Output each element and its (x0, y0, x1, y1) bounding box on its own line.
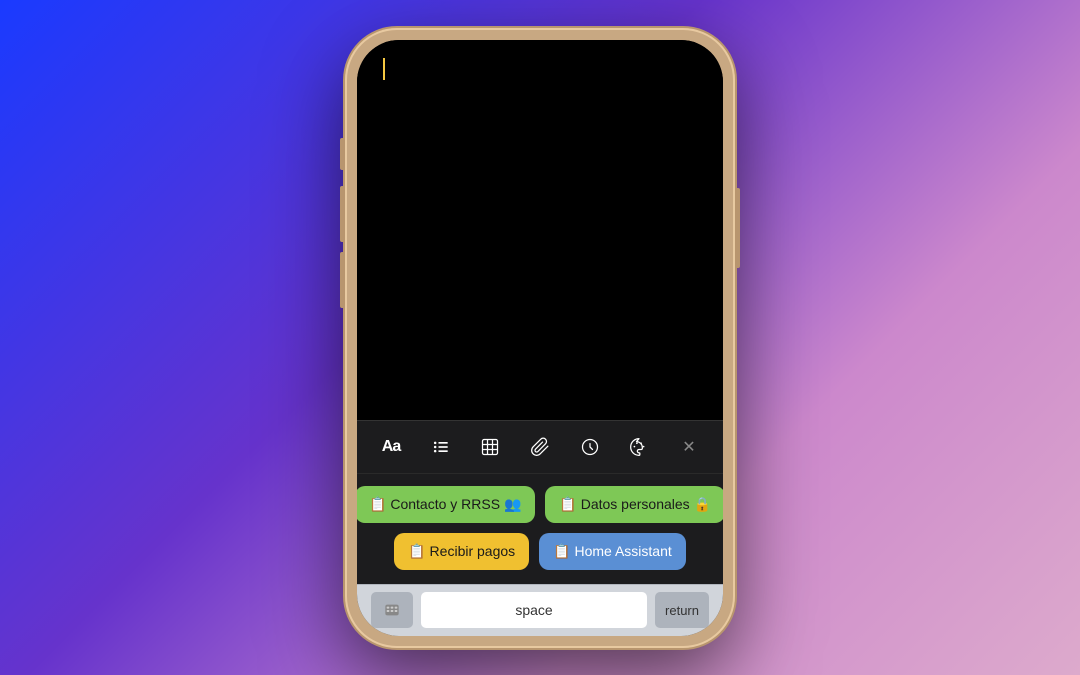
shortcuts-row-1: 📋 Contacto y RRSS 👥 📋 Datos personales 🔒 (357, 486, 723, 523)
screen-content[interactable] (357, 40, 723, 420)
recibir-pagos-button[interactable]: 📋 Recibir pagos (394, 533, 529, 570)
datos-personales-button[interactable]: 📋 Datos personales 🔒 (545, 486, 723, 523)
phone-screen: Aa (357, 40, 723, 636)
table-format-button[interactable] (474, 431, 506, 463)
space-key[interactable]: space (421, 592, 647, 628)
text-cursor (383, 58, 385, 80)
palette-button[interactable] (623, 431, 655, 463)
toolbar-close-button[interactable]: ✕ (673, 431, 705, 463)
list-format-button[interactable] (425, 431, 457, 463)
shortcuts-row-2: 📋 Recibir pagos 📋 Home Assistant (394, 533, 686, 570)
keyboard-bottom-row: space return (357, 584, 723, 636)
power-button[interactable] (735, 188, 740, 268)
attachment-button[interactable] (524, 431, 556, 463)
phone-frame: Aa (345, 28, 735, 648)
volume-down-button[interactable] (340, 252, 345, 308)
home-assistant-button[interactable]: 📋 Home Assistant (539, 533, 686, 570)
volume-up-button[interactable] (340, 186, 345, 242)
circle-button[interactable] (574, 431, 606, 463)
contacto-rrss-button[interactable]: 📋 Contacto y RRSS 👥 (357, 486, 535, 523)
formatting-toolbar: Aa (357, 420, 723, 473)
font-format-button[interactable]: Aa (375, 431, 407, 463)
mute-button[interactable] (340, 138, 345, 170)
shortcuts-area: 📋 Contacto y RRSS 👥 📋 Datos personales 🔒… (357, 473, 723, 584)
phone-container: Aa (345, 28, 735, 648)
keyboard-emoji-button[interactable] (371, 592, 413, 628)
return-key[interactable]: return (655, 592, 709, 628)
